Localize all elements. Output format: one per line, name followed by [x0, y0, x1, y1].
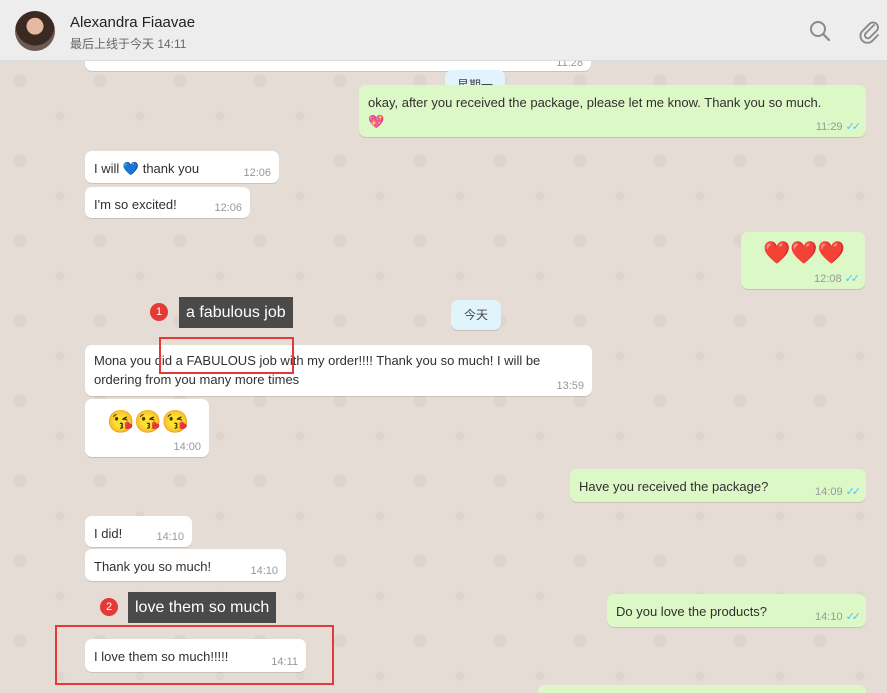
annotation-label-2: love them so much — [128, 592, 277, 623]
message-time: 13:59 — [556, 380, 584, 392]
message-bubble-outgoing[interactable]: okay, after you received the package, pl… — [359, 85, 866, 137]
annotation-badge-1: 1 — [150, 303, 168, 321]
search-icon[interactable] — [807, 18, 833, 44]
message-time: 11:29 ✓✓ — [815, 121, 862, 133]
heart-emoji: 💖 — [368, 114, 385, 129]
annotation-badge-2: 2 — [100, 598, 118, 616]
message-time: 12:06 — [243, 167, 271, 179]
chat-area[interactable]: 11:28 星期一 okay, after you received the p… — [0, 61, 887, 693]
message-time: 14:10 — [250, 565, 278, 577]
read-receipt-icon: ✓✓ — [845, 611, 862, 623]
read-receipt-icon: ✓✓ — [845, 121, 862, 133]
message-text: I will 💙 thank you — [94, 161, 200, 176]
message-bubble-outgoing[interactable]: ❤️❤️❤️ 12:08 ✓✓ — [741, 232, 865, 289]
read-receipt-icon: ✓✓ — [844, 273, 861, 285]
message-text: Thank you so much! — [94, 559, 212, 574]
message-bubble-incoming[interactable]: Thank you so much! 14:10 — [85, 549, 286, 581]
avatar[interactable] — [15, 11, 55, 51]
chat-header: Alexandra Fiaavae 最后上线于今天 14:11 — [0, 0, 887, 61]
annotation-label-1: a fabulous job — [179, 297, 293, 328]
blue-heart-emoji: 💙 — [122, 161, 140, 176]
message-bubble-incoming[interactable]: 😘😘😘 14:00 — [85, 399, 209, 457]
message-time: 12:08 ✓✓ — [814, 273, 861, 285]
last-seen-status: 最后上线于今天 14:11 — [70, 37, 187, 51]
kiss-emoji: 😘😘😘 — [107, 409, 190, 434]
message-bubble-partial[interactable] — [538, 685, 866, 693]
message-bubble-incoming[interactable]: I'm so excited! 12:06 — [85, 187, 250, 218]
read-receipt-icon: ✓✓ — [845, 486, 862, 498]
message-bubble-partial[interactable]: 11:28 — [85, 61, 591, 71]
message-time: 14:09 ✓✓ — [815, 486, 862, 498]
date-chip-today: 今天 — [451, 300, 501, 330]
message-bubble-incoming[interactable]: I did! 14:10 — [85, 516, 192, 547]
message-text: okay, after you received the package, pl… — [368, 95, 822, 129]
message-time: 14:00 — [173, 441, 201, 453]
attach-icon[interactable] — [856, 18, 882, 44]
message-time: 11:28 — [556, 61, 583, 69]
message-text: Do you love the products? — [616, 604, 768, 619]
message-bubble-incoming[interactable]: I will 💙 thank you 12:06 — [85, 151, 279, 183]
contact-name[interactable]: Alexandra Fiaavae — [70, 14, 195, 31]
highlight-box-love — [55, 625, 334, 685]
message-time: 14:10 ✓✓ — [815, 611, 862, 623]
message-text: I did! — [94, 526, 123, 541]
highlight-box-fabulous — [159, 337, 294, 374]
message-time: 12:06 — [214, 202, 242, 214]
message-text: I'm so excited! — [94, 197, 177, 212]
message-text: Have you received the package? — [579, 479, 769, 494]
message-time: 14:10 — [156, 531, 184, 543]
message-bubble-outgoing[interactable]: Do you love the products? 14:10 ✓✓ — [607, 594, 866, 627]
hearts-emoji: ❤️❤️❤️ — [763, 240, 846, 265]
message-bubble-outgoing[interactable]: Have you received the package? 14:09 ✓✓ — [570, 469, 866, 502]
